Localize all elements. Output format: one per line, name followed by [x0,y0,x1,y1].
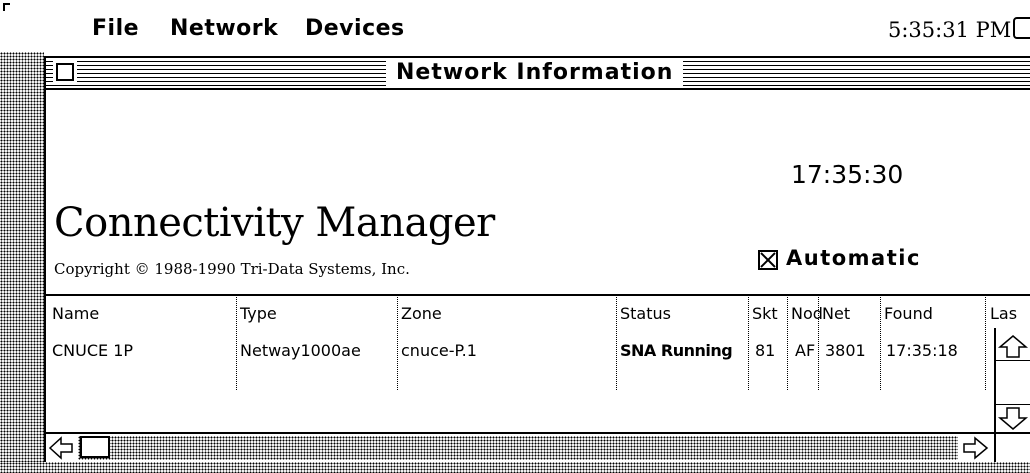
window-title: Network Information [396,60,674,85]
row-net-cell[interactable]: 3801 [825,341,866,360]
arrow-up-icon[interactable] [996,334,1030,361]
close-box-icon[interactable] [56,63,74,81]
menu-file[interactable]: File [92,16,139,41]
title-bar[interactable]: Network Information [46,58,1030,90]
automatic-label[interactable]: Automatic [786,246,921,270]
column-header-type[interactable]: Type [240,304,277,323]
column-separator[interactable] [748,294,749,390]
row-name-cell[interactable]: CNUCE 1P [52,341,133,360]
menu-devices[interactable]: Devices [305,16,405,41]
column-header-found[interactable]: Found [884,304,933,323]
corner-mark [3,3,10,11]
horizontal-scrollbar[interactable] [46,432,994,462]
table-top-rule [46,294,1030,296]
column-separator[interactable] [985,294,986,390]
arrow-right-icon[interactable] [960,436,990,460]
column-separator[interactable] [616,294,617,390]
column-separator[interactable] [397,294,398,390]
application-icon[interactable] [1013,17,1030,39]
checkbox-checked-icon [760,252,776,268]
arrow-left-icon[interactable] [48,436,76,460]
column-header-status[interactable]: Status [620,304,671,323]
app-title: Connectivity Manager [54,200,495,246]
network-information-window: Network Information 17:35:30 Connectivit… [44,56,1030,462]
row-type-cell[interactable]: Netway1000ae [240,341,361,360]
main-clock: 17:35:30 [791,160,904,189]
menu-bar: File Network Devices 5:35:31 PM [0,0,1030,52]
column-separator[interactable] [787,294,788,390]
desktop-pattern [0,462,1030,473]
column-separator[interactable] [818,294,819,390]
row-node-cell[interactable]: AF [795,341,815,360]
row-status-cell[interactable]: SNA Running [620,341,733,360]
grow-box[interactable] [994,432,1030,462]
row-found-cell[interactable]: 17:35:18 [886,341,958,360]
column-header-zone[interactable]: Zone [401,304,442,323]
column-header-skt[interactable]: Skt [752,304,778,323]
column-separator[interactable] [236,294,237,390]
column-header-last[interactable]: Las [990,304,1017,323]
vertical-scrollbar[interactable] [994,328,1030,432]
row-zone-cell[interactable]: cnuce-P.1 [401,341,477,360]
menu-network[interactable]: Network [170,16,278,41]
title-wrap: Network Information [386,58,684,88]
scroll-thumb[interactable] [80,436,110,458]
column-header-name[interactable]: Name [52,304,99,323]
desktop-pattern [0,52,44,473]
copyright-notice: Copyright © 1988-1990 Tri-Data Systems, … [54,260,410,278]
menubar-clock[interactable]: 5:35:31 PM [888,18,1011,42]
column-header-net[interactable]: Net [822,304,850,323]
arrow-down-icon[interactable] [996,404,1030,431]
automatic-checkbox[interactable] [758,250,778,270]
row-socket-cell[interactable]: 81 [755,341,775,360]
column-separator[interactable] [880,294,881,390]
scroll-track[interactable] [78,436,958,460]
